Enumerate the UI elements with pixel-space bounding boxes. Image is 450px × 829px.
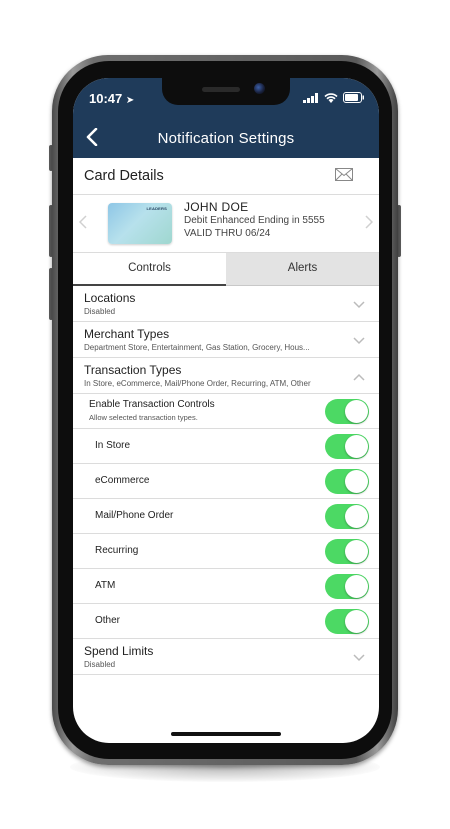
spend-limits-status: Disabled (84, 660, 116, 669)
enable-transaction-controls-hint: Allow selected transaction types. (89, 413, 198, 422)
other-label: Other (95, 615, 121, 626)
controls-list: Locations Disabled Merchant Types Depart… (73, 286, 379, 675)
spend-limits-title: Spend Limits (84, 644, 154, 658)
time-text: 10:47 (89, 91, 123, 106)
chevron-down-icon (353, 649, 365, 667)
in-store-toggle[interactable] (325, 434, 369, 459)
recurring-row: Recurring (73, 534, 379, 569)
transaction-types-title: Transaction Types (84, 363, 182, 377)
nav-bar: Notification Settings (73, 118, 379, 158)
mail-phone-order-row: Mail/Phone Order (73, 499, 379, 534)
merchant-types-title: Merchant Types (84, 327, 170, 341)
in-store-label: In Store (95, 440, 131, 451)
card-holder-name: JOHN DOE (184, 200, 249, 214)
atm-row: ATM (73, 569, 379, 604)
mail-phone-order-toggle[interactable] (325, 504, 369, 529)
page-title: Notification Settings (157, 130, 295, 147)
other-row: Other (73, 604, 379, 639)
other-toggle[interactable] (325, 609, 369, 634)
locations-title: Locations (84, 291, 136, 305)
locations-row[interactable]: Locations Disabled (73, 286, 379, 322)
phone-screen: 10:47 ➤ Notification Settings Card Detai… (73, 78, 379, 743)
card-image[interactable]: LEADERS (108, 203, 172, 244)
signal-icon (303, 92, 318, 103)
chevron-right-icon[interactable] (365, 213, 374, 234)
location-arrow-icon: ➤ (125, 95, 135, 106)
home-indicator[interactable] (171, 732, 281, 736)
card-details-title: Card Details (84, 168, 164, 184)
enable-transaction-controls-label: Enable Transaction Controls (89, 399, 215, 410)
card-valid-thru: VALID THRU 06/24 (184, 228, 271, 239)
transaction-types-row[interactable]: Transaction Types In Store, eCommerce, M… (73, 358, 379, 394)
toggle-knob (345, 540, 368, 563)
spend-limits-row[interactable]: Spend Limits Disabled (73, 639, 379, 675)
ecommerce-label: eCommerce (95, 475, 150, 486)
chevron-up-icon (353, 368, 365, 386)
transaction-types-summary: In Store, eCommerce, Mail/Phone Order, R… (84, 379, 311, 388)
enable-transaction-controls-toggle[interactable] (325, 399, 369, 424)
in-store-row: In Store (73, 429, 379, 464)
wifi-icon (324, 92, 338, 103)
merchant-types-summary: Department Store, Entertainment, Gas Sta… (84, 343, 310, 352)
card-carousel: LEADERS JOHN DOE Debit Enhanced Ending i… (73, 195, 379, 253)
toggle-knob (345, 435, 368, 458)
status-bar: 10:47 ➤ (73, 78, 379, 118)
tab-alerts[interactable]: Alerts (226, 253, 379, 286)
recurring-label: Recurring (95, 545, 139, 556)
card-logo: LEADERS (146, 206, 167, 211)
notch (162, 78, 290, 105)
card-description: Debit Enhanced Ending in 5555 (184, 215, 325, 226)
status-icons (303, 92, 365, 103)
toggle-knob (345, 505, 368, 528)
toggle-knob (345, 610, 368, 633)
battery-icon (343, 92, 364, 103)
front-camera (254, 83, 265, 94)
locations-status: Disabled (84, 307, 116, 316)
ecommerce-row: eCommerce (73, 464, 379, 499)
recurring-toggle[interactable] (325, 539, 369, 564)
card-info: JOHN DOE Debit Enhanced Ending in 5555 V… (184, 201, 325, 240)
atm-toggle[interactable] (325, 574, 369, 599)
toggle-knob (345, 575, 368, 598)
ecommerce-toggle[interactable] (325, 469, 369, 494)
atm-label: ATM (95, 580, 116, 591)
merchant-types-row[interactable]: Merchant Types Department Store, Enterta… (73, 322, 379, 358)
toggle-knob (345, 400, 368, 423)
mail-phone-order-label: Mail/Phone Order (95, 510, 174, 521)
tab-controls[interactable]: Controls (73, 253, 226, 286)
toggle-knob (345, 470, 368, 493)
chevron-down-icon (353, 296, 365, 314)
chevron-left-icon[interactable] (78, 213, 87, 234)
chevron-down-icon (353, 332, 365, 350)
mail-icon[interactable] (335, 168, 353, 186)
card-details-header: Card Details (73, 158, 379, 195)
speaker (202, 87, 240, 92)
tab-bar: Controls Alerts (73, 253, 379, 286)
status-time: 10:47 ➤ (89, 91, 134, 106)
enable-transaction-controls-row: Enable Transaction Controls Allow select… (73, 394, 379, 429)
